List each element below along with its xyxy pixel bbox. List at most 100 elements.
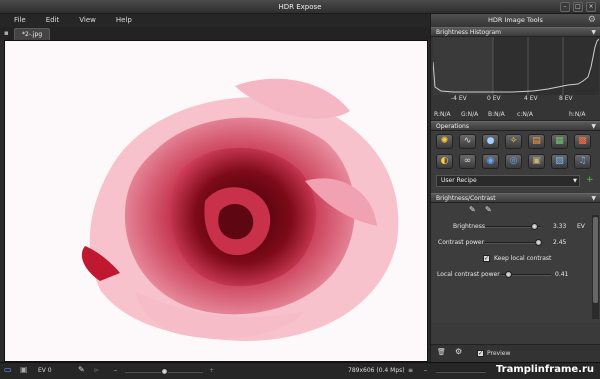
keep-local-row: ✓ Keep local contrast xyxy=(431,253,591,265)
tick-label: 8 EV xyxy=(559,95,573,102)
slider-knob[interactable] xyxy=(161,368,168,375)
slider-knob[interactable] xyxy=(531,223,538,230)
operations-header[interactable]: Operations ▼ xyxy=(431,121,600,131)
histogram-ticks: -4 EV 0 EV 4 EV 8 EV xyxy=(431,95,600,105)
brightness-contrast-section: ✎ ✎ Brightness 3.33 EV Contrast power 2.… xyxy=(431,203,600,323)
exposure-icon[interactable]: ✺ xyxy=(436,134,453,149)
channel-r: R:N/A xyxy=(434,111,451,118)
tick-label: 4 EV xyxy=(524,95,538,102)
channel-g: G:N/A xyxy=(461,111,479,118)
local-contrast-slider[interactable] xyxy=(501,271,551,278)
zoom-out-icon[interactable]: – xyxy=(114,367,117,374)
list-icon[interactable]: ≡ xyxy=(408,367,413,374)
close-icon[interactable]: × xyxy=(586,2,596,12)
mosaic-icon[interactable]: ▩ xyxy=(574,134,591,149)
collapse-arrow-icon[interactable]: ▼ xyxy=(591,194,596,203)
contrast-row: Contrast power 2.45 xyxy=(431,237,591,249)
title-bar: HDR Expose – □ × xyxy=(0,0,600,14)
channel-readout: R:N/A G:N/A B:N/A c:N/A h:N/A xyxy=(431,109,600,121)
magic-wand-icon[interactable]: ✧ xyxy=(505,134,522,149)
ev-readout: EV 0 xyxy=(38,367,52,374)
tick-label: -4 EV xyxy=(451,95,467,102)
secondary-slider[interactable] xyxy=(436,371,486,373)
contrast-slider[interactable] xyxy=(485,239,542,246)
save-icon[interactable]: ▣ xyxy=(20,365,28,374)
focus-icon[interactable]: ◎ xyxy=(505,154,522,169)
brightness-histogram: -4 EV 0 EV 4 EV 8 EV xyxy=(431,37,600,109)
eyedropper-white-icon[interactable]: ✎ xyxy=(485,205,492,214)
frame-icon[interactable]: ▨ xyxy=(551,154,568,169)
local-contrast-row: Local contrast power 0.41 xyxy=(431,269,591,281)
link-icon: ⊳ xyxy=(94,367,100,374)
histogram-title: Brightness Histogram xyxy=(436,29,501,36)
recipe-select[interactable]: User Recipe ▼ xyxy=(436,175,580,187)
zoom-slider[interactable] xyxy=(125,368,203,375)
add-recipe-icon[interactable]: + xyxy=(586,175,594,186)
image-dimensions: 789x606 (0.4 Mps) xyxy=(348,367,405,374)
operations-toolbar: ✺ ∿ ● ✧ ▤ ▦ ▩ ◐ ∞ ◉ ◎ ▣ ▨ ♫ User Recipe … xyxy=(431,131,600,193)
gear-icon[interactable]: ⚙ xyxy=(588,15,596,26)
window-title: HDR Expose xyxy=(278,3,322,11)
maximize-icon[interactable]: □ xyxy=(573,2,583,12)
scrollbar-thumb[interactable] xyxy=(593,217,598,303)
brightness-row: Brightness 3.33 EV xyxy=(431,221,591,233)
eyedropper-row: ✎ ✎ xyxy=(431,205,591,217)
panel-title-bar: HDR Image Tools ⚙ xyxy=(431,14,600,27)
brightness-label: Brightness xyxy=(453,223,485,230)
histogram-header[interactable]: Brightness Histogram ▼ xyxy=(431,27,600,37)
settings-icon[interactable]: ⚙ xyxy=(455,347,462,356)
watermark: Tramplinframe.ru xyxy=(495,364,594,375)
tone-icon[interactable]: ◐ xyxy=(436,154,453,169)
lens-icon[interactable]: ◉ xyxy=(482,154,499,169)
menu-view[interactable]: View xyxy=(69,14,106,27)
slider-knob[interactable] xyxy=(535,239,542,246)
brightness-unit: EV xyxy=(577,223,585,230)
droplet-icon[interactable]: ● xyxy=(482,134,499,149)
hdr-tools-panel: HDR Image Tools ⚙ Brightness Histogram ▼… xyxy=(430,14,600,362)
brightness-contrast-title: Brightness/Contrast xyxy=(436,195,496,202)
eyedropper-icon[interactable]: ✎ xyxy=(78,365,85,374)
image-canvas[interactable] xyxy=(4,40,428,362)
preview-label: Preview xyxy=(487,350,511,357)
chevron-down-icon: ▼ xyxy=(573,178,577,184)
document-tab-bar: ▪ *2-.jpg xyxy=(0,27,430,40)
trash-icon[interactable]: 🗑 xyxy=(437,348,446,356)
glasses-icon[interactable]: ∞ xyxy=(459,154,476,169)
keep-local-label: Keep local contrast xyxy=(494,255,552,262)
menu-file[interactable]: File xyxy=(0,14,36,27)
zoom-out-icon[interactable]: – xyxy=(424,367,427,374)
histogram-plot xyxy=(433,37,599,95)
window-controls: – □ × xyxy=(560,2,596,12)
collapse-arrow-icon[interactable]: ▼ xyxy=(591,28,596,37)
local-contrast-label: Local contrast power xyxy=(437,271,500,278)
curve-icon[interactable]: ∿ xyxy=(459,134,476,149)
brightness-slider[interactable] xyxy=(485,223,541,230)
menu-help[interactable]: Help xyxy=(106,14,142,27)
photo-icon[interactable]: ▣ xyxy=(528,154,545,169)
eyedropper-icon[interactable]: ✎ xyxy=(469,205,476,214)
panel-title: HDR Image Tools xyxy=(488,16,543,24)
contrast-label: Contrast power xyxy=(438,239,485,246)
panel-footer: 🗑 ⚙ ✓ Preview xyxy=(431,344,600,362)
minimize-icon[interactable]: – xyxy=(560,2,570,12)
music-icon[interactable]: ♫ xyxy=(574,154,591,169)
recipe-value: User Recipe xyxy=(441,177,477,184)
levels-icon[interactable]: ▤ xyxy=(528,134,545,149)
tick-label: 0 EV xyxy=(487,95,501,102)
preview-checkbox[interactable]: ✓ xyxy=(477,350,484,357)
keep-local-checkbox[interactable]: ✓ xyxy=(483,255,490,262)
color-grid-icon[interactable]: ▦ xyxy=(551,134,568,149)
menu-bar: File Edit View Help xyxy=(0,14,430,27)
rose-image xyxy=(81,78,399,341)
panel-toggle-icon[interactable]: ▪ xyxy=(4,30,11,37)
document-tab[interactable]: *2-.jpg xyxy=(14,28,51,40)
zoom-in-icon[interactable]: + xyxy=(209,367,214,374)
contrast-value: 2.45 xyxy=(553,239,567,246)
menu-edit[interactable]: Edit xyxy=(36,14,70,27)
slider-knob[interactable] xyxy=(505,271,512,278)
brightness-contrast-header[interactable]: Brightness/Contrast ▼ xyxy=(431,193,600,203)
collapse-arrow-icon[interactable]: ▼ xyxy=(591,122,596,131)
monitor-icon[interactable]: ▭ xyxy=(4,365,12,374)
brightness-value: 3.33 xyxy=(553,223,567,230)
panel-scrollbar[interactable] xyxy=(592,215,599,319)
